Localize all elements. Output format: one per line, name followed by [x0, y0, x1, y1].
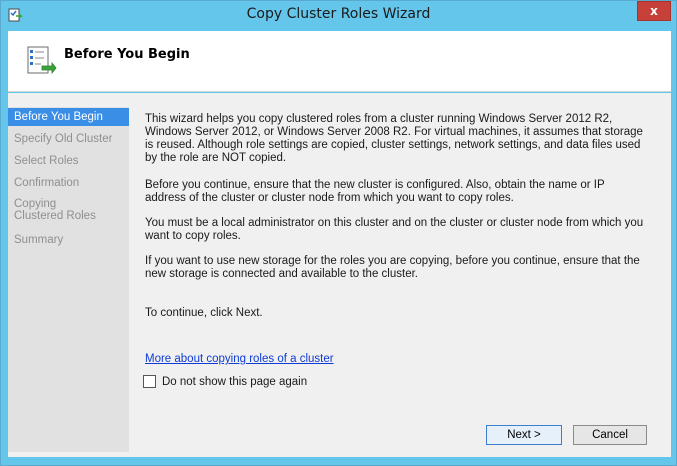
wizard-steps-nav: Before You Begin Specify Old Cluster Sel… [8, 107, 129, 452]
nav-item-summary[interactable]: Summary [8, 234, 129, 246]
wizard-header: Before You Begin [8, 31, 671, 92]
cancel-button[interactable]: Cancel [573, 425, 647, 445]
nav-item-specify-old-cluster[interactable]: Specify Old Cluster [8, 133, 129, 145]
storage-paragraph: If you want to use new storage for the r… [145, 255, 640, 280]
close-icon: x [650, 4, 658, 18]
nav-item-select-roles[interactable]: Select Roles [8, 155, 129, 167]
next-button[interactable]: Next > [486, 425, 562, 445]
more-info-link[interactable]: More about copying roles of a cluster [145, 353, 334, 365]
wizard-body: Before You Begin Specify Old Cluster Sel… [8, 93, 671, 457]
dont-show-again-checkbox[interactable] [143, 375, 156, 388]
checklist-icon [25, 44, 57, 78]
admin-paragraph: You must be a local administrator on thi… [145, 217, 644, 242]
window-title: Copy Cluster Roles Wizard [246, 6, 431, 22]
close-button[interactable]: x [637, 1, 671, 21]
wizard-window: Copy Cluster Roles Wizard x Before You B… [0, 0, 677, 466]
nav-item-copying-clustered-roles[interactable]: Copying Clustered Roles [8, 198, 108, 222]
continue-paragraph: To continue, click Next. [145, 307, 263, 319]
dont-show-again-row[interactable]: Do not show this page again [143, 375, 307, 388]
dont-show-again-label[interactable]: Do not show this page again [162, 376, 307, 388]
intro-paragraph: This wizard helps you copy clustered rol… [145, 113, 643, 164]
page-title: Before You Begin [64, 47, 190, 62]
nav-item-before-you-begin[interactable]: Before You Begin [8, 108, 129, 126]
prerequisite-paragraph: Before you continue, ensure that the new… [145, 179, 605, 204]
nav-item-confirmation[interactable]: Confirmation [8, 177, 129, 189]
title-bar[interactable]: Copy Cluster Roles Wizard x [1, 1, 676, 31]
